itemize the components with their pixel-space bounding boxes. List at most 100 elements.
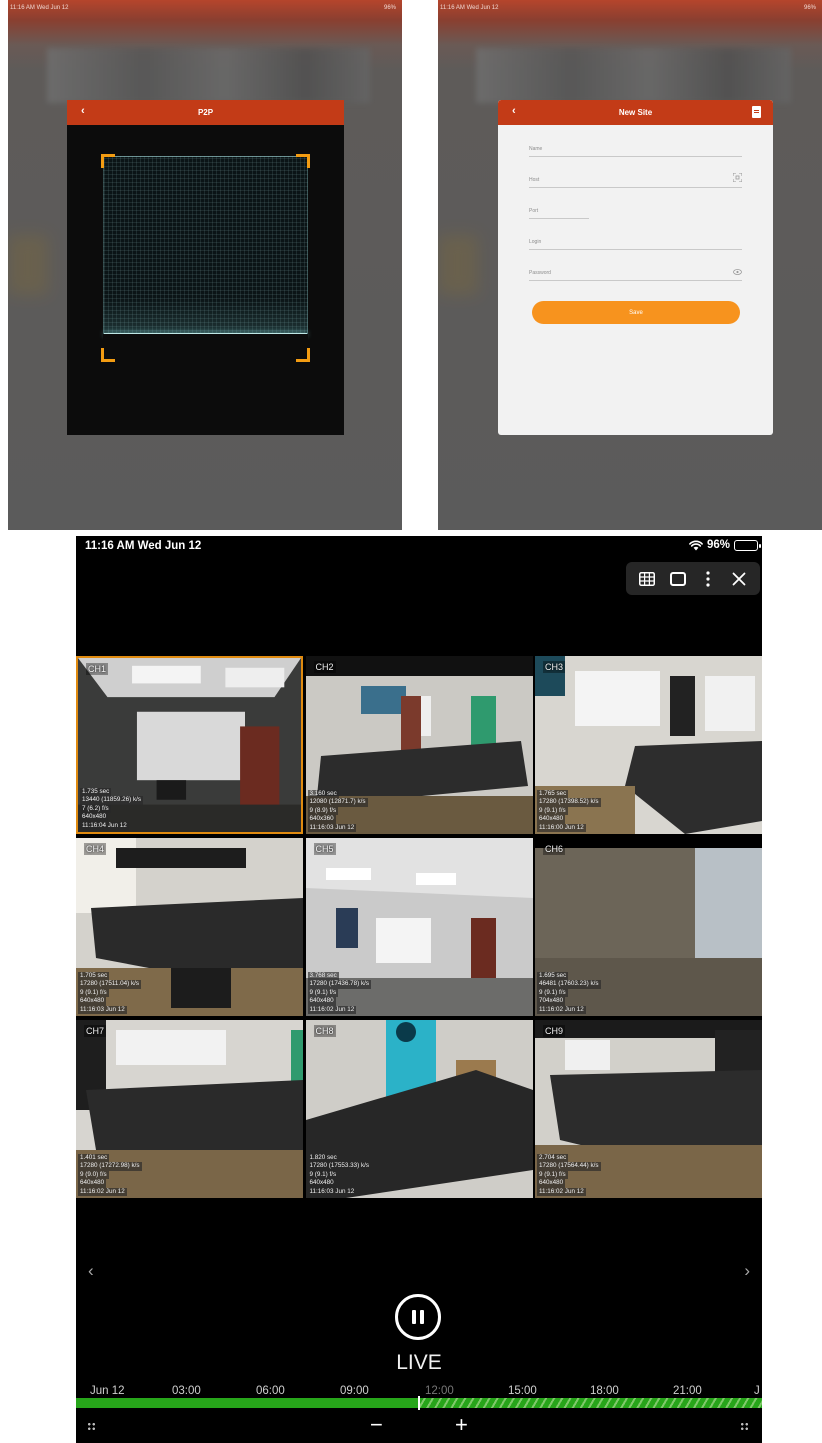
camera-tile-ch6[interactable]: CH6 1.695 sec 46481 (17603.23) k/s 9 (9.1) … [535,838,762,1016]
timeline-label: 09:00 [340,1385,369,1397]
stream-stats: 1.765 sec 17280 (17398.52) k/s 9 (9.1) f/s… [537,789,601,832]
zoom-out-button[interactable]: − [370,1414,383,1436]
qr-scanner-viewfinder [101,154,310,362]
single-view-icon[interactable] [667,568,689,590]
right-grid-dots-icon[interactable] [740,1422,749,1431]
new-site-screen: 11:16 AM Wed Jun 12 96% ‹ New Site Name … [438,0,822,530]
channel-label: CH1 [86,663,109,675]
p2p-dialog: ‹ P2P [67,100,344,435]
live-label: LIVE [396,1351,442,1374]
port-placeholder: Port [529,208,539,214]
eye-icon[interactable] [733,269,742,277]
channel-label: CH7 [84,1025,107,1037]
camera-preview [103,156,308,360]
next-page-icon[interactable]: › [744,1261,750,1281]
stream-stat-line: 640x480 [78,1179,107,1188]
document-icon[interactable] [752,106,761,118]
timeline-label: 18:00 [590,1385,619,1397]
camera-tile-ch2[interactable]: CH2 3.160 sec 12080 (12871.7) k/s 9 (8.9) f… [305,656,533,834]
stream-stat-line: 3.768 sec [307,971,339,981]
camera-grid: CH1 1.735 sec 13440 (11859.26) k/s 7 (6.2) … [76,656,762,1198]
stream-stat-line: 11:16:03 Jun 12 [78,1005,127,1014]
timeline-label: 15:00 [508,1385,537,1397]
channel-label: CH3 [543,661,566,673]
stream-stat-line: 9 (8.9) f/s [307,806,339,816]
stream-stats: 1.705 sec 17280 (17511.04) k/s 9 (9.1) f/s… [78,971,142,1014]
name-placeholder: Name [529,146,543,152]
camera-tile-ch8[interactable]: CH8 1.820 sec 17280 (17553.33) k/s 9 (9.1) … [305,1020,533,1198]
stream-stat-line: 2.704 sec [537,1153,569,1163]
p2p-screen: 11:16 AM Wed Jun 12 96% ‹ P2P [8,0,402,530]
stream-stat-line: 1.401 sec [78,1153,110,1163]
stream-stat-line: 1.735 sec [80,787,112,797]
port-field[interactable]: Port [529,199,589,219]
camera-tile-ch4[interactable]: CH4 1.705 sec 17280 (17511.04) k/s 9 (9.1) … [76,838,303,1016]
status-time: 11:16 AM Wed Jun 12 [440,5,499,11]
password-field[interactable]: Password [529,261,742,281]
live-view-screen: 11:16 AM Wed Jun 12 96% CH1 1.735 sec 13… [76,536,762,1443]
stream-stat-line: 17280 (17272.98) k/s [78,1162,142,1171]
host-field[interactable]: Host [529,168,743,188]
camera-tile-ch9[interactable]: CH9 2.704 sec 17280 (17564.44) k/s 9 (9.1) … [535,1020,762,1198]
grid-layout-icon[interactable] [636,568,658,590]
scanner-corner-bottom-left [101,348,115,362]
close-icon[interactable] [728,568,750,590]
timeline-label: 03:00 [172,1385,201,1397]
new-site-dialog: ‹ New Site Name Host Port Login Password [498,100,773,435]
camera-tile-ch3[interactable]: CH3 1.765 sec 17280 (17398.52) k/s 9 (9.1) … [535,656,762,834]
more-icon[interactable] [697,568,719,590]
camera-tile-ch5[interactable]: CH5 3.768 sec 17280 (17436.78) k/s 9 (9.1) … [305,838,533,1016]
stream-stat-line: 12080 (12871.7) k/s [307,798,368,807]
stream-stat-line: 9 (9.1) f/s [307,1170,339,1180]
stream-stat-line: 704x480 [537,997,566,1006]
camera-tile-ch1[interactable]: CH1 1.735 sec 13440 (11859.26) k/s 7 (6.2) … [76,656,303,834]
stream-stat-line: 9 (9.1) f/s [537,806,568,816]
p2p-header: ‹ P2P [67,100,344,125]
channel-label: CH4 [84,843,107,855]
scanner-corner-top-left [101,154,115,168]
stream-stat-line: 9 (9.1) f/s [78,988,109,998]
login-field[interactable]: Login [529,230,742,250]
stream-stats: 2.704 sec 17280 (17564.44) k/s 9 (9.1) f/s… [537,1153,601,1196]
name-field[interactable]: Name [529,137,742,157]
stream-stat-line: 11:16:02 Jun 12 [537,1187,586,1196]
channel-label: CH6 [543,843,566,855]
status-bar: 11:16 AM Wed Jun 12 96% [440,5,816,11]
status-bar: 11:16 AM Wed Jun 12 96% [76,536,762,558]
zoom-in-button[interactable]: + [455,1414,468,1436]
login-placeholder: Login [529,239,542,245]
timeline-bar[interactable] [76,1396,762,1410]
camera-tile-ch7[interactable]: CH7 1.401 sec 17280 (17272.98) k/s 9 (9.0) … [76,1020,303,1198]
stream-stat-line: 640x480 [537,1179,566,1188]
stream-stat-line: 46481 (17603.23) k/s [537,980,601,989]
save-button[interactable]: Save [532,301,740,324]
status-battery: 96% [803,5,816,11]
channel-label: CH5 [313,843,336,855]
back-chevron-icon[interactable]: ‹ [81,105,85,117]
left-grid-dots-icon[interactable] [87,1422,96,1431]
new-site-title: New Site [618,108,653,117]
pause-button[interactable] [395,1294,441,1340]
wifi-icon [689,540,703,550]
pause-icon [412,1310,416,1324]
scanner-corner-bottom-right [296,348,310,362]
stream-stat-line: 17280 (17564.44) k/s [537,1162,601,1171]
stream-stat-line: 1.765 sec [537,789,569,799]
stream-stat-line: 1.695 sec [537,971,569,981]
timeline-label: 21:00 [673,1385,702,1397]
timeline-recorded-segment [76,1398,418,1408]
timeline-position-marker[interactable] [418,1396,420,1410]
qr-scan-icon[interactable] [732,172,743,184]
stream-stat-line: 640x480 [307,1179,336,1188]
stream-stat-line: 3.160 sec [307,789,339,799]
back-chevron-icon[interactable]: ‹ [512,105,516,117]
timeline-label: Jun 12 [90,1385,125,1397]
stream-stat-line: 1.820 sec [307,1153,339,1163]
stream-stat-line: 1.705 sec [78,971,110,981]
battery-percent: 96% [706,539,730,551]
status-bar: 11:16 AM Wed Jun 12 96% [10,5,396,11]
stream-stat-line: 17280 (17436.78) k/s [307,980,372,989]
stream-stat-line: 9 (9.0) f/s [78,1170,109,1180]
status-time: 11:16 AM Wed Jun 12 [85,540,202,552]
previous-page-icon[interactable]: ‹ [88,1261,94,1281]
